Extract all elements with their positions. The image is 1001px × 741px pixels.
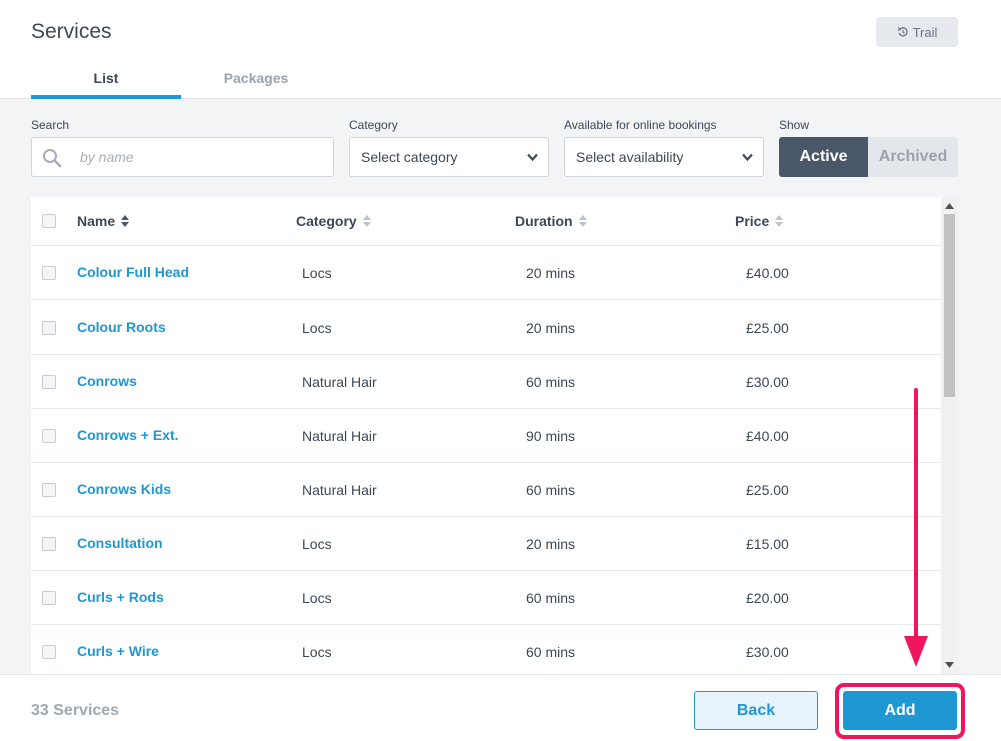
scroll-up-icon[interactable]	[945, 203, 954, 209]
search-input[interactable]	[80, 146, 320, 168]
service-category: Natural Hair	[302, 482, 377, 498]
column-label: Name	[77, 213, 116, 229]
table-row: Consultation Locs 20 mins £15.00	[31, 517, 941, 571]
search-icon	[43, 149, 62, 168]
service-name-link[interactable]: Colour Roots	[77, 319, 166, 335]
table-row: Conrows + Ext. Natural Hair 90 mins £40.…	[31, 409, 941, 463]
chevron-down-icon	[742, 153, 753, 162]
add-button[interactable]: Add	[843, 691, 957, 730]
service-price: £25.00	[746, 482, 789, 498]
service-name-link[interactable]: Conrows	[77, 373, 137, 389]
service-price: £40.00	[746, 428, 789, 444]
row-checkbox[interactable]	[42, 537, 56, 551]
footer: 33 Services Back Add	[0, 674, 1001, 741]
trail-button[interactable]: Trail	[876, 17, 958, 47]
service-category: Locs	[302, 590, 332, 606]
availability-label: Available for online bookings	[564, 118, 717, 132]
service-duration: 20 mins	[526, 265, 576, 281]
service-price: £20.00	[746, 590, 789, 606]
category-select-value: Select category	[361, 149, 458, 165]
service-duration: 20 mins	[526, 536, 576, 552]
search-box	[31, 137, 334, 177]
page-title: Services	[31, 20, 112, 43]
row-checkbox[interactable]	[42, 429, 56, 443]
service-duration: 60 mins	[526, 590, 576, 606]
sort-icon	[775, 215, 784, 227]
service-price: £15.00	[746, 536, 789, 552]
column-name-header[interactable]: Name	[77, 213, 130, 229]
column-category-header[interactable]: Category	[296, 213, 371, 229]
row-checkbox[interactable]	[42, 591, 56, 605]
table-row: Colour Roots Locs 20 mins £25.00	[31, 301, 941, 355]
search-label: Search	[31, 118, 70, 132]
service-duration: 60 mins	[526, 482, 576, 498]
sort-icon	[121, 215, 130, 227]
service-category: Natural Hair	[302, 374, 377, 390]
show-archived-toggle[interactable]: Archived	[868, 137, 958, 177]
service-category: Natural Hair	[302, 428, 377, 444]
tab-list[interactable]: List	[31, 62, 181, 99]
sort-icon	[362, 215, 371, 227]
table-row: Conrows Natural Hair 60 mins £30.00	[31, 355, 941, 409]
service-category: Locs	[302, 536, 332, 552]
show-active-toggle[interactable]: Active	[779, 137, 868, 177]
chevron-down-icon	[527, 153, 538, 162]
show-label: Show	[779, 118, 810, 132]
service-name-link[interactable]: Conrows Kids	[77, 481, 171, 497]
table-row: Curls + Wire Locs 60 mins £30.00	[31, 625, 941, 674]
table-header: Name Category Duration Price	[31, 197, 941, 246]
service-price: £30.00	[746, 644, 789, 660]
column-label: Price	[735, 213, 770, 229]
scroll-down-icon[interactable]	[945, 662, 954, 668]
table-row: Curls + Rods Locs 60 mins £20.00	[31, 571, 941, 625]
column-label: Category	[296, 213, 357, 229]
service-duration: 60 mins	[526, 644, 576, 660]
service-name-link[interactable]: Conrows + Ext.	[77, 427, 179, 443]
sort-icon	[578, 215, 587, 227]
table-row: Colour Full Head Locs 20 mins £40.00	[31, 246, 941, 300]
service-category: Locs	[302, 320, 332, 336]
table-row: Conrows Kids Natural Hair 60 mins £25.00	[31, 463, 941, 517]
row-checkbox[interactable]	[42, 321, 56, 335]
back-button[interactable]: Back	[694, 691, 818, 730]
service-price: £30.00	[746, 374, 789, 390]
service-name-link[interactable]: Curls + Rods	[77, 589, 164, 605]
row-checkbox[interactable]	[42, 375, 56, 389]
column-price-header[interactable]: Price	[735, 213, 784, 229]
header: Services Trail List Packages	[0, 0, 1001, 99]
column-label: Duration	[515, 213, 573, 229]
category-label: Category	[349, 118, 398, 132]
service-price: £25.00	[746, 320, 789, 336]
service-price: £40.00	[746, 265, 789, 281]
service-name-link[interactable]: Curls + Wire	[77, 643, 159, 659]
service-duration: 20 mins	[526, 320, 576, 336]
table-scrollbar[interactable]	[941, 197, 958, 674]
services-count: 33 Services	[31, 702, 120, 719]
row-checkbox[interactable]	[42, 266, 56, 280]
service-category: Locs	[302, 644, 332, 660]
row-checkbox[interactable]	[42, 645, 56, 659]
annotation-arrow	[904, 388, 928, 667]
select-all-checkbox[interactable]	[42, 214, 56, 228]
category-select[interactable]: Select category	[349, 137, 549, 177]
service-name-link[interactable]: Colour Full Head	[77, 264, 189, 280]
service-duration: 90 mins	[526, 428, 576, 444]
services-table: Name Category Duration Price Colour Full…	[31, 197, 958, 674]
service-category: Locs	[302, 265, 332, 281]
trail-label: Trail	[912, 24, 938, 40]
trail-icon	[897, 27, 908, 37]
service-duration: 60 mins	[526, 374, 576, 390]
scroll-thumb[interactable]	[944, 214, 955, 397]
column-duration-header[interactable]: Duration	[515, 213, 587, 229]
tab-packages[interactable]: Packages	[181, 62, 331, 99]
row-checkbox[interactable]	[42, 483, 56, 497]
availability-select[interactable]: Select availability	[564, 137, 764, 177]
service-name-link[interactable]: Consultation	[77, 535, 163, 551]
availability-select-value: Select availability	[576, 149, 684, 165]
